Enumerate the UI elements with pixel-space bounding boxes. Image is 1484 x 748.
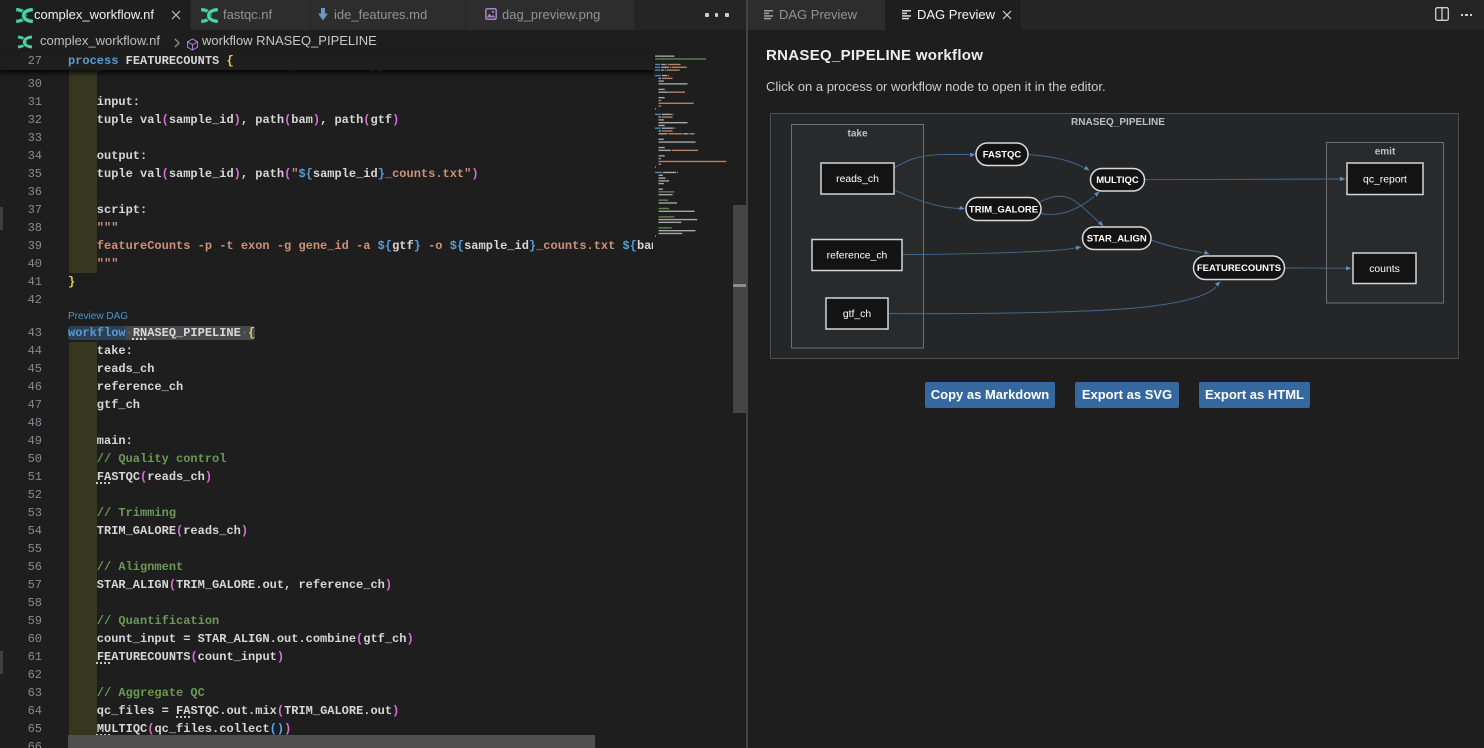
svg-text:reads_ch: reads_ch	[836, 174, 879, 185]
svg-text:RNASEQ_PIPELINE: RNASEQ_PIPELINE	[1071, 117, 1165, 128]
svg-text:qc_report: qc_report	[1363, 174, 1407, 185]
svg-text:gtf_ch: gtf_ch	[843, 309, 872, 320]
svg-text:STAR_ALIGN: STAR_ALIGN	[1087, 234, 1147, 245]
svg-text:take: take	[847, 129, 867, 140]
svg-text:emit: emit	[1375, 147, 1396, 158]
svg-text:reference_ch: reference_ch	[827, 251, 888, 262]
svg-text:TRIM_GALORE: TRIM_GALORE	[969, 204, 1038, 215]
svg-text:FASTQC: FASTQC	[983, 150, 1022, 161]
svg-text:MULTIQC: MULTIQC	[1096, 175, 1139, 186]
svg-text:FEATURECOUNTS: FEATURECOUNTS	[1197, 263, 1281, 274]
svg-text:counts: counts	[1369, 264, 1400, 275]
